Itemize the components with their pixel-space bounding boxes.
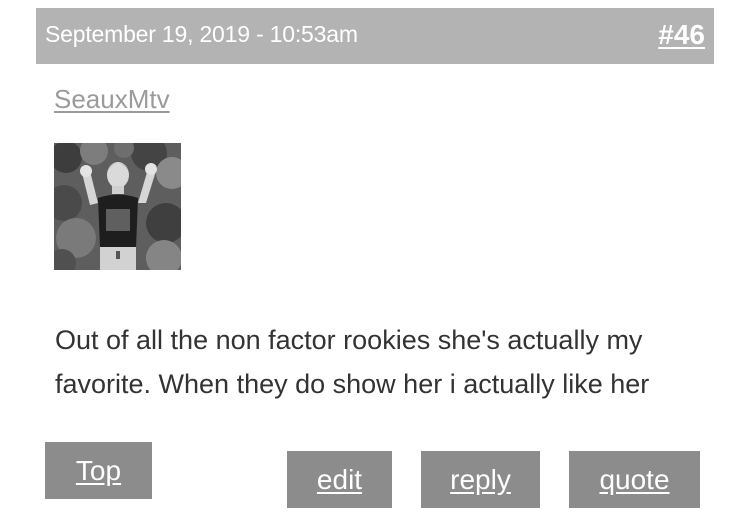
username-link[interactable]: SeauxMtv xyxy=(54,84,170,115)
quote-button[interactable]: quote xyxy=(569,451,700,508)
reply-button[interactable]: reply xyxy=(421,451,540,508)
post-body: Out of all the non factor rookies she's … xyxy=(55,325,650,399)
avatar xyxy=(54,143,181,270)
post-date: September 19, 2019 - 10:53am xyxy=(45,21,358,47)
post-header: September 19, 2019 - 10:53am #46 xyxy=(36,8,714,64)
post-number-link[interactable]: #46 xyxy=(658,19,705,51)
edit-button[interactable]: edit xyxy=(287,451,392,508)
top-button[interactable]: Top xyxy=(45,442,152,499)
